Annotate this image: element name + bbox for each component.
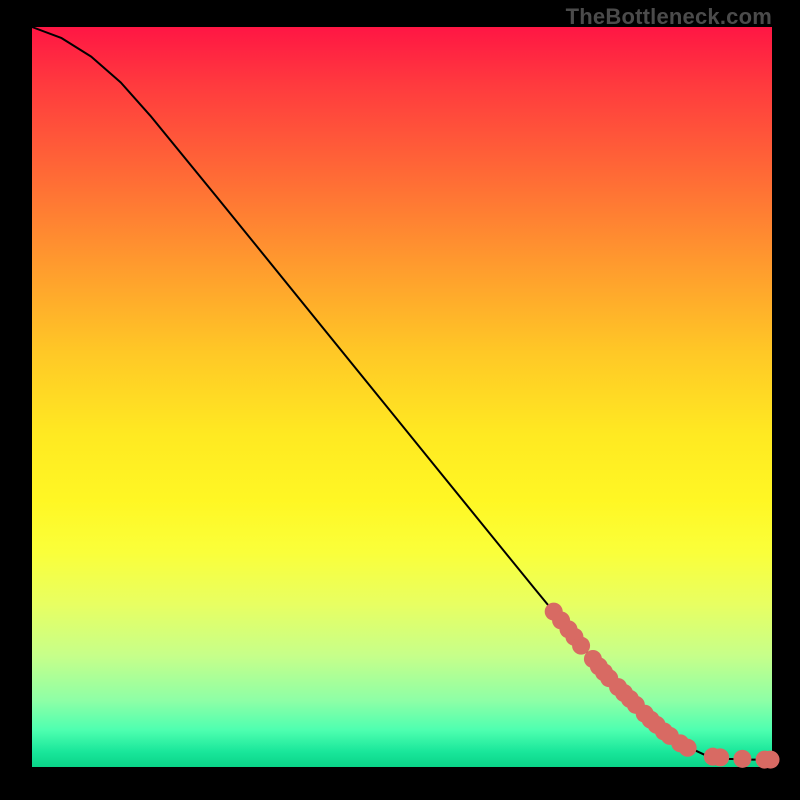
chart-frame: TheBottleneck.com [0, 0, 800, 800]
scatter-markers [545, 603, 780, 769]
curve-marker [711, 748, 729, 766]
curve-marker [679, 739, 697, 757]
curve-marker [733, 750, 751, 768]
curve-line [32, 27, 772, 760]
curve-marker [762, 751, 780, 769]
watermark-text: TheBottleneck.com [566, 4, 772, 30]
chart-svg [0, 0, 800, 800]
